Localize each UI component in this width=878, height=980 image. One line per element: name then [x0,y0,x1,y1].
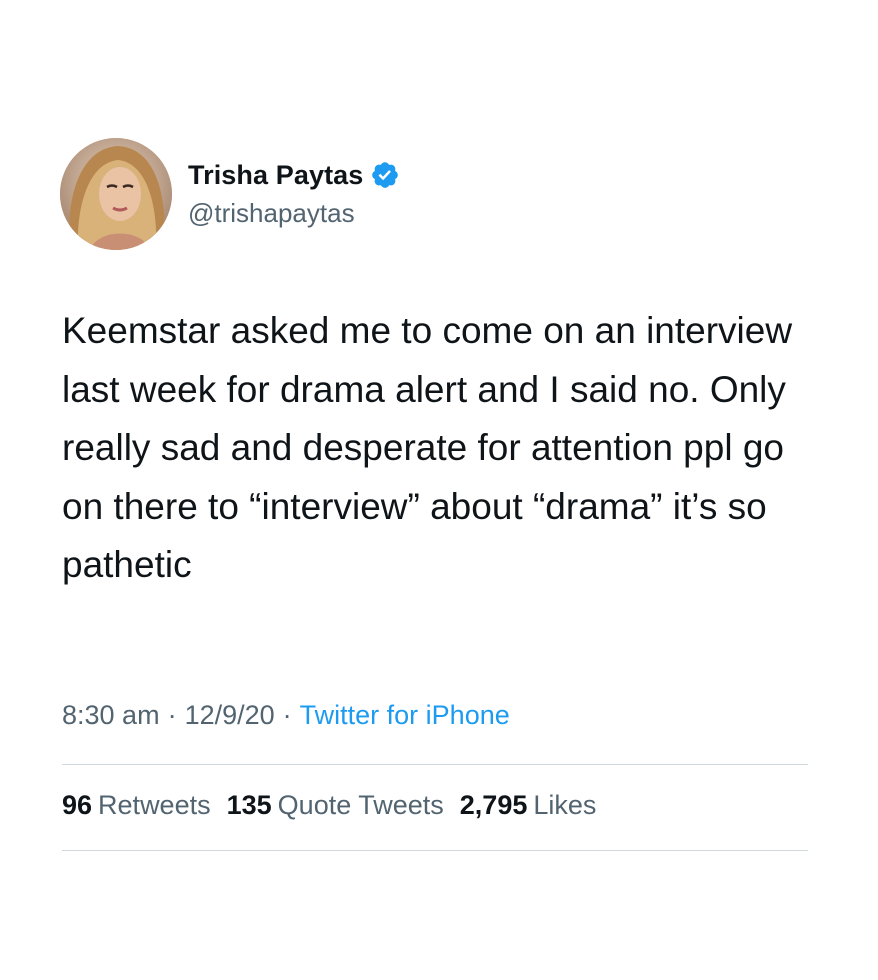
retweets-label: Retweets [98,790,211,820]
tweet-source-link[interactable]: Twitter for iPhone [300,700,510,731]
profile-photo [60,138,172,250]
author-block: Trisha Paytas @trishapaytas [188,158,400,229]
tweet-text: Keemstar asked me to come on an intervie… [62,310,793,585]
retweets-count: 96 [62,790,93,820]
display-name[interactable]: Trisha Paytas [188,160,363,191]
retweets-stat[interactable]: 96 Retweets [62,790,211,821]
quote-tweets-count: 135 [226,790,272,820]
meta-separator: · [282,700,292,730]
quote-tweets-label: Quote Tweets [277,790,444,820]
divider [62,850,808,851]
divider [62,764,808,765]
likes-stat[interactable]: 2,795 Likes [460,790,597,821]
tweet-date[interactable]: 12/9/20 [185,700,275,731]
tweet-time[interactable]: 8:30 am [62,700,160,731]
avatar[interactable] [60,138,172,250]
tweet-meta: 8:30 am · 12/9/20 · Twitter for iPhone [62,700,510,731]
quote-tweets-stat[interactable]: 135 Quote Tweets [227,790,444,821]
name-row: Trisha Paytas [188,158,400,192]
likes-label: Likes [533,790,597,820]
meta-separator: · [167,700,177,730]
tweet-stats: 96 Retweets 135 Quote Tweets 2,795 Likes [62,790,612,821]
verified-badge-icon [370,160,400,190]
likes-count: 2,795 [459,790,528,820]
handle[interactable]: @trishapaytas [188,198,400,229]
